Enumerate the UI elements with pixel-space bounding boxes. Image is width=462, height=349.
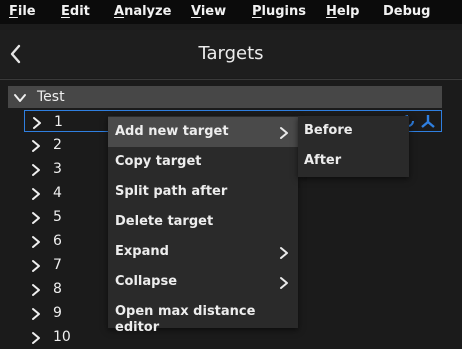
chevron-right-icon[interactable] [29,330,43,349]
menu-plugins[interactable]: Plugins [252,3,306,20]
ctx-copy-target[interactable]: Copy target [108,147,298,177]
menu-analyze-label: nalyze [124,4,172,19]
chevron-right-icon[interactable] [29,162,43,181]
tree-row-label: 6 [53,233,62,249]
menu-analyze-mnemonic: A [114,4,125,19]
ctx-open-max-distance-editor[interactable]: Open max distance editor [108,297,298,335]
menu-help[interactable]: Help [326,3,359,20]
tree-row-label: 7 [53,257,62,273]
menu-edit-label: dit [69,4,90,19]
axis-icon[interactable] [420,113,436,133]
menu-help-mnemonic: H [326,4,337,19]
chevron-right-icon[interactable] [29,282,43,301]
chevron-right-icon[interactable] [29,306,43,325]
ctx-split-path-after[interactable]: Split path after [108,177,298,207]
ctx-item-label: Split path after [115,184,228,199]
header-divider [0,79,462,80]
panel-header: Targets [0,30,462,78]
menu-help-label: elp [336,4,360,19]
chevron-right-icon[interactable] [30,115,44,134]
menu-view-mnemonic: V [191,4,201,19]
ctx-expand[interactable]: Expand [108,237,298,267]
menu-view-label: iew [200,4,227,19]
menu-file[interactable]: File [9,3,36,20]
ctx-add-new-target[interactable]: Add new target [108,117,298,147]
ctx-item-label: Open max distance editor [115,304,256,335]
menu-debug-label: Debug [383,4,431,19]
ctx-item-label: Collapse [115,274,178,289]
tree-row-label: 10 [53,329,71,345]
menu-edit[interactable]: Edit [61,3,90,20]
chevron-right-icon [278,275,290,294]
submenu-item-label: Before [304,123,353,138]
ctx-delete-target[interactable]: Delete target [108,207,298,237]
page-title: Targets [198,43,264,64]
submenu-after[interactable]: After [298,146,409,176]
menu-debug[interactable]: Debug [383,3,430,20]
tree-row-label: 3 [53,161,62,177]
ctx-item-label: Add new target [115,124,229,139]
chevron-right-icon [278,125,290,144]
tree-row-label: 8 [53,281,62,297]
tree-row-label: 5 [53,209,62,225]
ctx-item-label: Delete target [115,214,214,229]
tree-row-label: 2 [53,137,62,153]
submenu-before[interactable]: Before [298,116,409,146]
menu-file-mnemonic: F [9,4,18,19]
chevron-right-icon[interactable] [29,138,43,157]
menu-file-label: ile [17,4,36,19]
menu-view[interactable]: View [191,3,226,20]
context-menu: Add new target Copy target Split path af… [108,116,298,335]
menu-bar: File Edit Analyze View Plugins Help Debu… [0,0,462,24]
tree-row-label: 9 [53,305,62,321]
menu-analyze[interactable]: Analyze [114,3,171,20]
chevron-down-icon[interactable] [13,90,27,109]
tree-row-label: 1 [54,114,63,130]
menu-plugins-mnemonic: P [252,4,262,19]
menu-plugins-label: lugins [261,4,306,19]
submenu-item-label: After [304,153,342,168]
chevron-right-icon[interactable] [29,234,43,253]
chevron-right-icon[interactable] [29,210,43,229]
ctx-item-label: Copy target [115,154,202,169]
ctx-item-label: Expand [115,244,169,259]
tree-row-label: 4 [53,185,62,201]
submenu-add-new-target: Before After [298,116,409,177]
tree-root-test[interactable]: Test [8,86,442,108]
menu-edit-mnemonic: E [61,4,70,19]
chevron-right-icon[interactable] [29,186,43,205]
ctx-collapse[interactable]: Collapse [108,267,298,297]
chevron-right-icon [278,245,290,264]
chevron-right-icon[interactable] [29,258,43,277]
tree-root-label: Test [37,89,65,105]
